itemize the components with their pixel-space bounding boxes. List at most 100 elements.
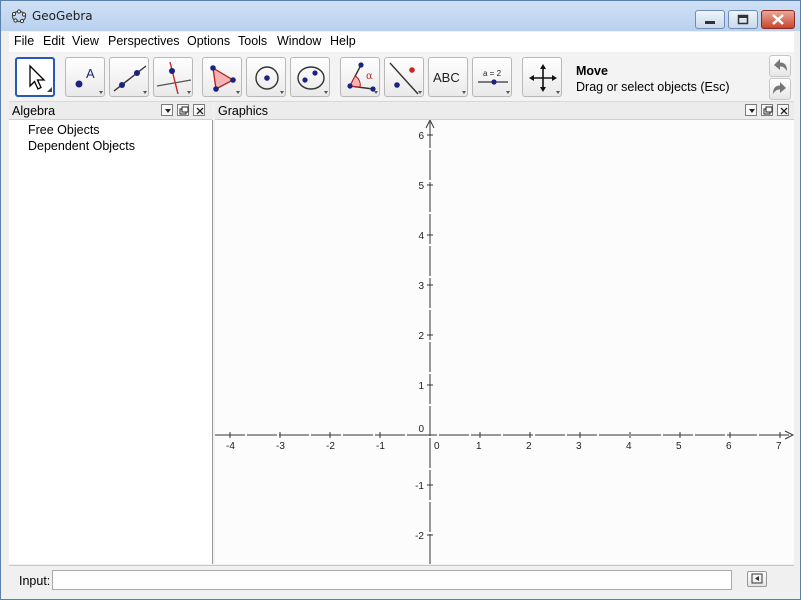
slider-icon: a = 2 bbox=[478, 69, 510, 94]
algebra-undock-button[interactable] bbox=[177, 104, 189, 116]
title-bar: GeoGebra bbox=[1, 1, 800, 31]
y-axis-tick-label: 3 bbox=[418, 281, 424, 292]
tool-perpendicular-line[interactable] bbox=[153, 57, 193, 97]
y-axis-tick-label: -2 bbox=[415, 531, 424, 542]
menu-tools[interactable]: Tools bbox=[238, 34, 267, 48]
x-axis-tick-label: -2 bbox=[326, 441, 335, 452]
minimize-icon bbox=[705, 21, 715, 24]
y-axis-tick-label: 6 bbox=[418, 131, 424, 142]
x-axis-tick-label: -4 bbox=[226, 441, 235, 452]
undo-icon bbox=[774, 59, 787, 71]
reflect-icon bbox=[389, 62, 422, 95]
tool-angle[interactable]: α bbox=[340, 57, 380, 97]
algebra-view: Free Objects Dependent Objects bbox=[9, 120, 213, 564]
x-axis-tick-label: -3 bbox=[276, 441, 285, 452]
tool-move[interactable] bbox=[15, 57, 55, 97]
y-axis-tick-label: 1 bbox=[418, 381, 424, 392]
minimize-button[interactable] bbox=[695, 10, 725, 29]
tool-polygon[interactable] bbox=[202, 57, 242, 97]
menu-help[interactable]: Help bbox=[330, 34, 356, 48]
menu-edit[interactable]: Edit bbox=[43, 34, 65, 48]
graphics-close-button[interactable] bbox=[777, 104, 789, 116]
maximize-icon bbox=[737, 14, 749, 25]
tool-text[interactable]: ABC bbox=[428, 57, 468, 97]
menu-file[interactable]: File bbox=[14, 34, 34, 48]
close-button[interactable] bbox=[761, 10, 795, 29]
graphics-panel-header: Graphics bbox=[215, 102, 794, 120]
undock-icon bbox=[179, 106, 189, 115]
point-icon: A bbox=[75, 66, 103, 94]
move-view-icon bbox=[529, 64, 560, 94]
tool-reflect[interactable] bbox=[384, 57, 424, 97]
move-arrow-icon bbox=[29, 64, 52, 92]
line-icon bbox=[113, 65, 147, 94]
close-icon bbox=[772, 14, 784, 25]
tool-new-point[interactable]: A bbox=[65, 57, 105, 97]
perpendicular-line-icon bbox=[156, 61, 192, 95]
input-help-icon bbox=[751, 573, 763, 584]
algebra-close-button[interactable] bbox=[193, 104, 205, 116]
y-axis-tick-label: 4 bbox=[418, 231, 424, 242]
close-icon bbox=[196, 107, 204, 115]
dropdown-triangle-icon bbox=[165, 109, 171, 113]
tool-circle[interactable] bbox=[246, 57, 286, 97]
graphics-panel-title: Graphics bbox=[218, 104, 269, 118]
y-axis-tick-label: 2 bbox=[418, 331, 424, 342]
slider-tool-label: a = 2 bbox=[483, 69, 502, 78]
angle-icon: α bbox=[347, 62, 378, 94]
graphics-style-menu-button[interactable] bbox=[745, 104, 757, 116]
toolbar: A α ABC a = 2 Move Drag or select object… bbox=[9, 53, 794, 102]
menu-bar: File Edit View Perspectives Options Tool… bbox=[9, 32, 794, 52]
algebra-dependent-objects[interactable]: Dependent Objects bbox=[28, 139, 135, 153]
input-field[interactable] bbox=[52, 570, 732, 590]
menu-perspectives[interactable]: Perspectives bbox=[108, 34, 180, 48]
tool-move-graphics-view[interactable] bbox=[522, 57, 562, 97]
maximize-button[interactable] bbox=[728, 10, 758, 29]
svg-text:A: A bbox=[86, 66, 95, 81]
algebra-panel-header: Algebra bbox=[9, 102, 212, 120]
active-tool-name: Move bbox=[576, 64, 608, 78]
input-bar: Input: bbox=[9, 565, 794, 596]
algebra-panel-title: Algebra bbox=[12, 104, 56, 118]
window-title: GeoGebra bbox=[32, 9, 93, 23]
algebra-free-objects[interactable]: Free Objects bbox=[28, 123, 100, 137]
tool-ellipse[interactable] bbox=[290, 57, 330, 97]
y-axis-tick-label: 0 bbox=[418, 424, 424, 435]
x-axis-tick-label: 5 bbox=[676, 441, 682, 452]
active-tool-help: Drag or select objects (Esc) bbox=[576, 80, 730, 94]
graphics-canvas[interactable]: -4 -3 -2 -1 0 1 2 3 4 5 6 7 6 5 4 3 2 1 0 -1 -2 bbox=[215, 118, 795, 564]
x-axis-tick-label: 0 bbox=[434, 441, 440, 452]
y-axis-tick-label: 5 bbox=[418, 181, 424, 192]
menu-options[interactable]: Options bbox=[187, 34, 230, 48]
text-icon: ABC bbox=[433, 70, 466, 94]
x-axis-tick-label: 4 bbox=[626, 441, 632, 452]
undock-icon bbox=[763, 106, 773, 115]
geogebra-window: GeoGebra File Edit View Perspectives Opt… bbox=[0, 0, 801, 600]
undo-button[interactable] bbox=[769, 55, 791, 77]
graphics-undock-button[interactable] bbox=[761, 104, 773, 116]
redo-icon bbox=[773, 82, 786, 94]
x-axis-tick-label: 6 bbox=[726, 441, 732, 452]
graphics-view[interactable]: -4 -3 -2 -1 0 1 2 3 4 5 6 7 6 5 4 3 2 1 0 -1 -2 bbox=[215, 118, 795, 564]
x-axis-tick-label: 2 bbox=[526, 441, 532, 452]
x-axis-tick-label: 3 bbox=[576, 441, 582, 452]
text-tool-label: ABC bbox=[433, 70, 460, 85]
input-help-button[interactable] bbox=[747, 571, 767, 587]
x-axis-tick-label: 7 bbox=[776, 441, 782, 452]
input-label: Input: bbox=[19, 574, 51, 588]
x-axis-tick-label: 1 bbox=[476, 441, 482, 452]
tool-slider[interactable]: a = 2 bbox=[472, 57, 512, 97]
algebra-style-menu-button[interactable] bbox=[161, 104, 173, 116]
ellipse-icon bbox=[297, 66, 328, 94]
dropdown-triangle-icon bbox=[749, 109, 755, 113]
svg-text:α: α bbox=[366, 71, 373, 82]
y-axis-tick-label: -1 bbox=[415, 481, 424, 492]
circle-icon bbox=[255, 66, 284, 94]
menu-view[interactable]: View bbox=[72, 34, 99, 48]
geogebra-logo-icon bbox=[11, 9, 27, 24]
tool-line[interactable] bbox=[109, 57, 149, 97]
x-axis-tick-label: -1 bbox=[376, 441, 385, 452]
menu-window[interactable]: Window bbox=[277, 34, 321, 48]
close-icon bbox=[780, 107, 788, 115]
redo-button[interactable] bbox=[769, 78, 791, 100]
